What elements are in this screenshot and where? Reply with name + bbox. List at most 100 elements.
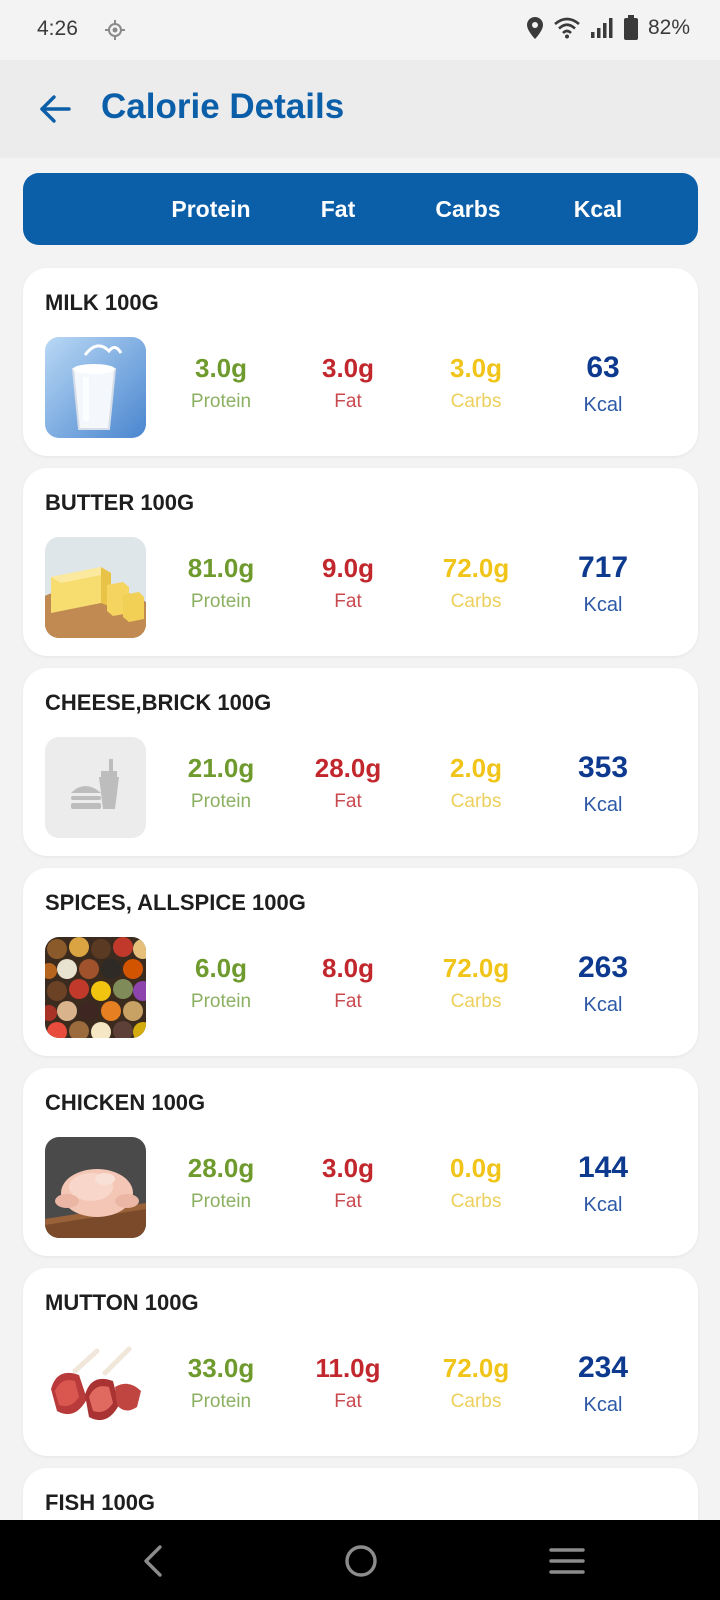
carbs-value: 72.0g [442, 953, 510, 983]
milk-glass-image [45, 337, 146, 438]
food-list[interactable]: Protein Fat Carbs Kcal MILK 100G 3.0g Pr… [0, 158, 720, 1520]
back-button[interactable] [30, 84, 80, 134]
fat-label: Fat [334, 991, 362, 1012]
protein-label: Protein [190, 391, 252, 412]
protein-stat: 6.0g Protein [161, 953, 281, 1014]
protein-value: 3.0g [194, 353, 248, 383]
fat-label: Fat [334, 391, 362, 412]
carbs-value: 2.0g [449, 753, 503, 783]
food-name: CHICKEN 100G [45, 1090, 206, 1115]
protein-label: Protein [190, 791, 252, 812]
carbs-stat: 3.0g Carbs [416, 353, 536, 414]
nutrient-header: Protein Fat Carbs Kcal [23, 173, 698, 245]
fat-label: Fat [334, 1191, 362, 1212]
kcal-value: 144 [577, 1151, 629, 1184]
status-time: 4:26 [37, 17, 78, 40]
header-protein: Protein [171, 196, 251, 222]
kcal-value: 263 [577, 951, 629, 984]
nav-back-button[interactable] [128, 1536, 178, 1586]
fat-label: Fat [334, 591, 362, 612]
fat-value: 9.0g [321, 553, 375, 583]
carbs-label: Carbs [450, 1391, 502, 1412]
kcal-label: Kcal [583, 394, 623, 416]
kcal-stat: 63 Kcal [543, 353, 663, 417]
fat-stat: 11.0g Fat [288, 1353, 408, 1414]
fat-label: Fat [334, 1391, 362, 1412]
kcal-value: 717 [577, 551, 629, 584]
fat-stat: 3.0g Fat [288, 1153, 408, 1214]
header-carbs: Carbs [435, 196, 501, 222]
carbs-value: 72.0g [442, 553, 510, 583]
carbs-stat: 0.0g Carbs [416, 1153, 536, 1214]
food-card[interactable]: CHEESE,BRICK 100G 21.0g Protein 28.0g Fa… [23, 668, 698, 856]
food-name: MUTTON 100G [45, 1290, 199, 1315]
carbs-stat: 72.0g Carbs [416, 1353, 536, 1414]
food-card[interactable]: MILK 100G 3.0g Protein 3.0g Fat 3.0g Car… [23, 268, 698, 456]
location-icon [526, 17, 543, 39]
nav-home-button[interactable] [336, 1536, 386, 1586]
food-card[interactable]: BUTTER 100G 81.0g Protein 9.0g Fat 72.0g… [23, 468, 698, 656]
fat-label: Fat [334, 791, 362, 812]
kcal-label: Kcal [583, 1394, 623, 1416]
carbs-stat: 72.0g Carbs [416, 953, 536, 1014]
carbs-label: Carbs [450, 591, 502, 612]
nav-home-icon [345, 1545, 377, 1577]
kcal-value: 63 [586, 351, 620, 384]
food-card[interactable]: SPICES, ALLSPICE 100G 6.0g Protein 8.0g … [23, 868, 698, 1056]
fat-value: 11.0g [315, 1353, 381, 1383]
page-title: Calorie Details [101, 87, 345, 126]
header-fat: Fat [320, 196, 356, 222]
kcal-stat: 263 Kcal [543, 953, 663, 1017]
carbs-label: Carbs [450, 391, 502, 412]
carbs-label: Carbs [450, 1191, 502, 1212]
gps-icon [105, 20, 125, 40]
protein-label: Protein [190, 1191, 252, 1212]
kcal-label: Kcal [583, 594, 623, 616]
fat-stat: 9.0g Fat [288, 553, 408, 614]
food-card[interactable]: FISH 100G [23, 1468, 698, 1520]
fat-stat: 8.0g Fat [288, 953, 408, 1014]
food-card[interactable]: MUTTON 100G 33.0g Protein 11.0g Fat 72.0… [23, 1268, 698, 1456]
chicken-image [45, 1137, 146, 1238]
kcal-label: Kcal [583, 994, 623, 1016]
food-name: CHEESE,BRICK 100G [45, 690, 272, 715]
food-name: SPICES, ALLSPICE 100G [45, 890, 306, 915]
app-bar: Calorie Details [0, 60, 720, 158]
fat-value: 3.0g [321, 353, 375, 383]
protein-stat: 81.0g Protein [161, 553, 281, 614]
nav-menu-icon [549, 1548, 585, 1574]
protein-value: 28.0g [187, 1153, 255, 1183]
fat-stat: 28.0g Fat [288, 753, 408, 814]
kcal-stat: 234 Kcal [543, 1353, 663, 1417]
protein-stat: 33.0g Protein [161, 1353, 281, 1414]
fat-stat: 3.0g Fat [288, 353, 408, 414]
protein-stat: 3.0g Protein [161, 353, 281, 414]
protein-value: 81.0g [187, 553, 255, 583]
food-name: FISH 100G [45, 1490, 156, 1515]
kcal-value: 234 [577, 1351, 629, 1384]
nav-menu-button[interactable] [542, 1536, 592, 1586]
protein-label: Protein [190, 591, 252, 612]
kcal-value: 353 [577, 751, 629, 784]
status-bar: 4:26 82% [0, 0, 720, 60]
fat-value: 8.0g [321, 953, 375, 983]
food-name: BUTTER 100G [45, 490, 195, 515]
butter-image [45, 537, 146, 638]
kcal-label: Kcal [583, 1194, 623, 1216]
arrow-back-icon [40, 95, 71, 123]
spices-image [45, 937, 146, 1038]
kcal-label: Kcal [583, 794, 623, 816]
protein-label: Protein [190, 1391, 252, 1412]
carbs-value: 3.0g [449, 353, 503, 383]
food-card[interactable]: CHICKEN 100G 28.0g Protein 3.0g Fat 0.0g… [23, 1068, 698, 1256]
kcal-stat: 717 Kcal [543, 553, 663, 617]
protein-label: Protein [190, 991, 252, 1012]
carbs-stat: 72.0g Carbs [416, 553, 536, 614]
fastfood-placeholder-icon [45, 737, 146, 838]
kcal-stat: 353 Kcal [543, 753, 663, 817]
protein-stat: 28.0g Protein [161, 1153, 281, 1214]
system-nav-bar [0, 1520, 720, 1600]
fat-value: 3.0g [321, 1153, 375, 1183]
kcal-stat: 144 Kcal [543, 1153, 663, 1217]
carbs-label: Carbs [450, 991, 502, 1012]
